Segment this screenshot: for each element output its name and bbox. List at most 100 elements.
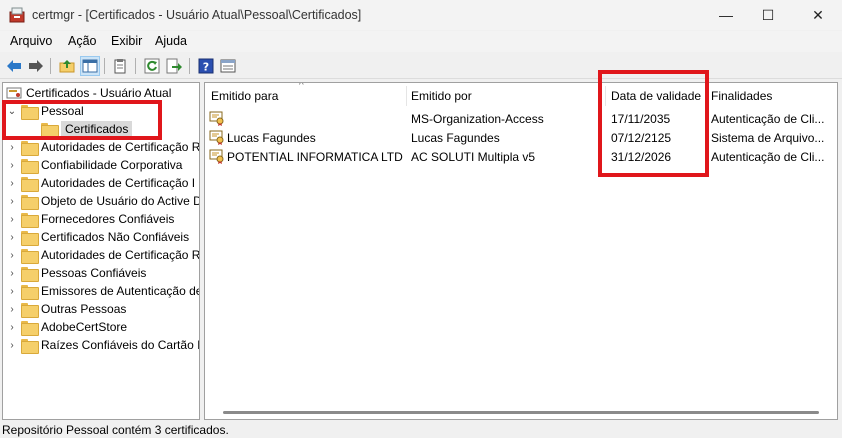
tree-item-label: Objeto de Usuário do Active D (41, 194, 200, 208)
up-folder-icon (59, 60, 75, 73)
tree-pane[interactable]: Certificados - Usuário Atual ⌄ Pessoal C… (2, 82, 200, 420)
tree-item[interactable]: › Autoridades de Certificação R (7, 246, 200, 264)
certificate-icon (209, 110, 225, 126)
back-icon (7, 60, 21, 72)
cell-expiry: 07/12/2125 (611, 131, 672, 145)
export-button[interactable] (164, 56, 184, 76)
chevron-right-icon[interactable]: › (7, 178, 17, 189)
folder-icon (21, 266, 39, 282)
cell-purposes: Sistema de Arquivo... (711, 131, 825, 145)
tree-root[interactable]: Certificados - Usuário Atual (6, 84, 171, 102)
tree-item-label: Raízes Confiáveis do Cartão In (41, 338, 200, 352)
cell-issued-by: Lucas Fagundes (411, 131, 500, 145)
chevron-right-icon[interactable]: › (7, 340, 17, 351)
folder-icon (41, 122, 59, 138)
folder-icon (21, 284, 39, 300)
tree-item[interactable]: › Outras Pessoas (7, 300, 126, 318)
certificate-list[interactable]: ^ Emitido para Emitido por Data de valid… (204, 82, 838, 420)
svg-text:?: ? (203, 61, 209, 74)
certmgr-app-icon (9, 7, 25, 23)
tree-item[interactable]: › Autoridades de Certificação I (7, 174, 195, 192)
tree-item-label: Autoridades de Certificação R (41, 248, 200, 262)
cell-issued-by: MS-Organization-Access (411, 112, 544, 126)
tree-item-pessoal[interactable]: ⌄ Pessoal (7, 102, 84, 120)
certificate-icon (209, 148, 225, 164)
tree-item[interactable]: › Confiabilidade Corporativa (7, 156, 182, 174)
scrollbar-thumb[interactable] (223, 411, 819, 414)
view-button[interactable] (218, 56, 238, 76)
folder-icon (21, 212, 39, 228)
forward-icon (29, 60, 43, 72)
tree-item[interactable]: › Certificados Não Confiáveis (7, 228, 189, 246)
chevron-right-icon[interactable]: › (7, 304, 17, 315)
menu-acao[interactable]: Ação (68, 34, 97, 48)
chevron-right-icon[interactable]: › (7, 214, 17, 225)
menu-arquivo[interactable]: Arquivo (10, 34, 52, 48)
menu-ajuda[interactable]: Ajuda (155, 34, 187, 48)
chevron-right-icon[interactable]: › (7, 142, 17, 153)
close-button[interactable]: ✕ (795, 0, 841, 30)
chevron-right-icon[interactable]: › (7, 286, 17, 297)
column-header-issued-by[interactable]: Emitido por (411, 89, 472, 103)
tree-item[interactable]: › AdobeCertStore (7, 318, 127, 336)
column-header-purposes[interactable]: Finalidades (711, 89, 772, 103)
toolbar: ? (0, 53, 842, 79)
chevron-right-icon[interactable]: › (7, 232, 17, 243)
folder-icon (21, 338, 39, 354)
folder-icon (21, 140, 39, 156)
export-icon (166, 58, 182, 74)
horizontal-scrollbar[interactable] (205, 405, 837, 419)
chevron-right-icon[interactable]: › (7, 196, 17, 207)
column-header-issued-to[interactable]: Emitido para (211, 89, 278, 103)
tree-item-label: Autoridades de Certificação R (41, 140, 200, 154)
folder-icon (21, 248, 39, 264)
window-title: certmgr - [Certificados - Usuário Atual\… (32, 8, 362, 22)
tree-item[interactable]: › Raízes Confiáveis do Cartão In (7, 336, 200, 354)
tree-item[interactable]: › Emissores de Autenticação de (7, 282, 199, 300)
cell-purposes: Autenticação de Cli... (711, 112, 825, 126)
clipboard-button[interactable] (110, 56, 130, 76)
folder-icon (21, 158, 39, 174)
tree-item-label: Autoridades de Certificação I (41, 176, 196, 190)
column-header-expiry[interactable]: Data de validade (611, 89, 701, 103)
tree-item[interactable]: › Fornecedores Confiáveis (7, 210, 174, 228)
tree-item-label: Confiabilidade Corporativa (41, 158, 183, 172)
certmgr-window: certmgr - [Certificados - Usuário Atual\… (0, 0, 842, 438)
minimize-button[interactable]: — (703, 0, 749, 30)
certificate-store-icon (6, 87, 22, 99)
up-folder-button[interactable] (57, 56, 77, 76)
cell-purposes: Autenticação de Cli... (711, 150, 825, 164)
cell-expiry: 17/11/2035 (611, 112, 671, 126)
tree-item[interactable]: › Objeto de Usuário do Active D (7, 192, 200, 210)
tree-root-label: Certificados - Usuário Atual (26, 86, 172, 100)
cell-issued-to: Lucas Fagundes (227, 131, 316, 145)
chevron-right-icon[interactable]: › (7, 250, 17, 261)
folder-icon (21, 176, 39, 192)
menu-bar: Arquivo Ação Exibir Ajuda (0, 31, 842, 52)
tree-item-label: Certificados (61, 121, 133, 137)
folder-icon (21, 104, 39, 120)
tree-item[interactable]: › Autoridades de Certificação R (7, 138, 200, 156)
menu-exibir[interactable]: Exibir (111, 34, 142, 48)
tree-item[interactable]: › Pessoas Confiáveis (7, 264, 146, 282)
chevron-down-icon[interactable]: ⌄ (7, 106, 17, 117)
title-bar: certmgr - [Certificados - Usuário Atual\… (0, 0, 842, 30)
tree-item-label: Pessoal (41, 104, 84, 118)
help-button[interactable]: ? (196, 56, 216, 76)
refresh-button[interactable] (142, 56, 162, 76)
view-icon (220, 59, 236, 73)
clipboard-icon (114, 59, 126, 74)
show-hide-tree-button[interactable] (80, 56, 100, 76)
chevron-right-icon[interactable]: › (7, 322, 17, 333)
forward-button[interactable] (26, 56, 46, 76)
maximize-button[interactable]: ☐ (745, 0, 791, 30)
tree-item-label: Certificados Não Confiáveis (41, 230, 190, 244)
back-button[interactable] (4, 56, 24, 76)
cell-issued-by: AC SOLUTI Multipla v5 (411, 150, 536, 164)
chevron-right-icon[interactable]: › (7, 268, 17, 279)
folder-icon (21, 302, 39, 318)
chevron-right-icon[interactable]: › (7, 160, 17, 171)
refresh-icon (144, 58, 160, 74)
tree-item-certificados[interactable]: Certificados (41, 120, 133, 138)
show-hide-tree-icon (82, 59, 98, 73)
